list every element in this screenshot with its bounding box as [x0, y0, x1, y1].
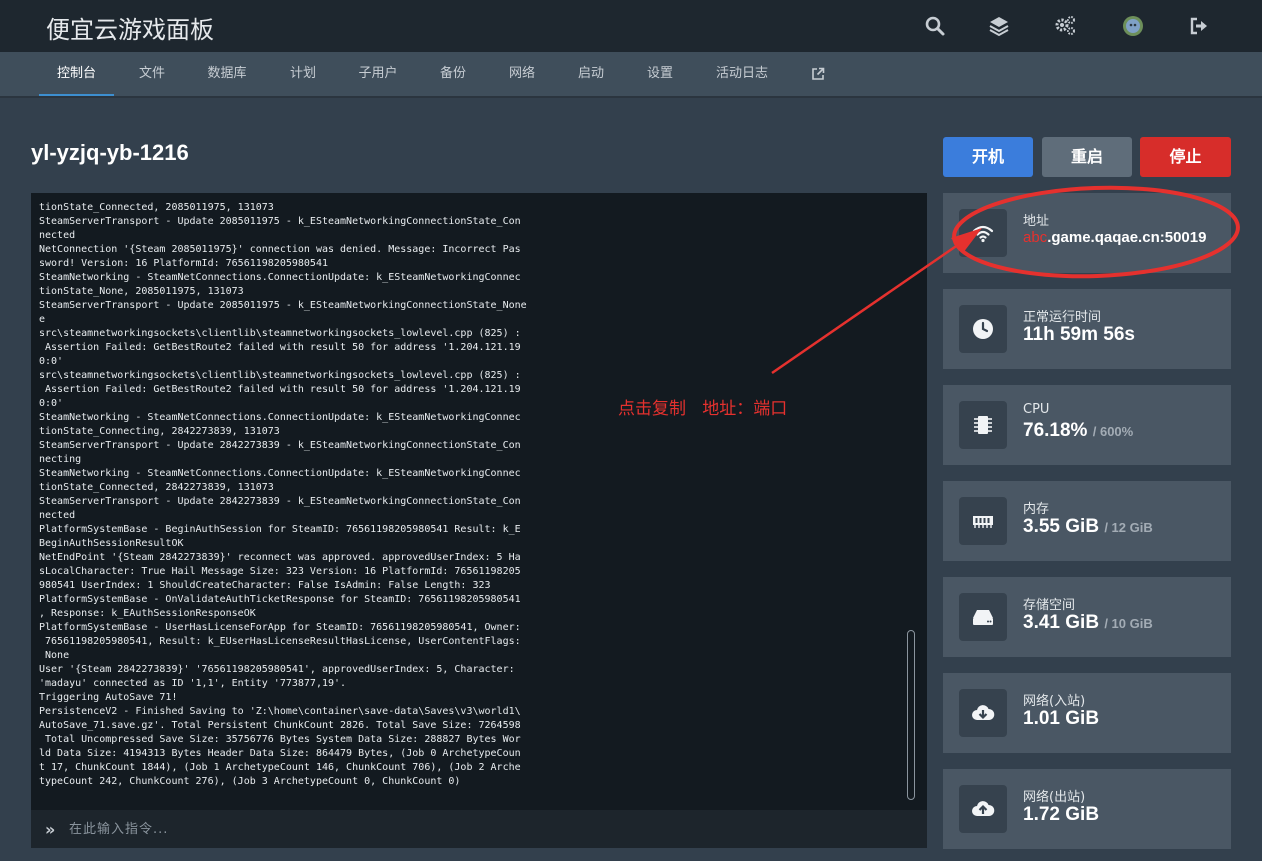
- tab-console[interactable]: 控制台: [39, 52, 114, 96]
- memory-limit: / 12 GiB: [1104, 520, 1153, 535]
- net-out-value: 1.72 GiB: [1023, 804, 1100, 825]
- restart-button[interactable]: 重启: [1042, 137, 1132, 177]
- cpu-value: 76.18% / 600%: [1023, 420, 1133, 442]
- console-scrollbar[interactable]: [907, 630, 915, 800]
- tab-network[interactable]: 网络: [499, 52, 545, 96]
- disk-value: 3.41 GiB / 10 GiB: [1023, 612, 1153, 634]
- server-name: yl-yzjq-yb-1216: [31, 140, 189, 165]
- server-address[interactable]: abc.game.qaqae.cn:50019: [1023, 229, 1206, 246]
- start-button[interactable]: 开机: [943, 137, 1033, 177]
- disk-limit: / 10 GiB: [1104, 616, 1153, 631]
- cpu-limit: / 600%: [1092, 424, 1134, 439]
- command-bar: »: [31, 810, 927, 848]
- address-prefix: abc: [1023, 229, 1048, 246]
- stat-card-address[interactable]: 地址 abc.game.qaqae.cn:50019: [943, 193, 1231, 273]
- stat-label: 内存: [1023, 502, 1050, 517]
- logout-icon[interactable]: [1187, 14, 1211, 38]
- avatar-icon[interactable]: [1121, 14, 1145, 38]
- layers-icon[interactable]: [987, 14, 1011, 38]
- hdd-icon: [959, 593, 1007, 641]
- address-host-port: .game.qaqae.cn:50019: [1047, 229, 1207, 246]
- net-in-value: 1.01 GiB: [1023, 708, 1100, 729]
- stat-label: 网络(出站): [1023, 790, 1086, 805]
- cpu-usage: 76.18%: [1023, 420, 1088, 441]
- tab-users[interactable]: 子用户: [346, 52, 410, 96]
- stat-label: 网络(入站): [1023, 694, 1086, 709]
- stat-card-net-in: 网络(入站) 1.01 GiB: [943, 673, 1231, 753]
- external-link-icon[interactable]: [805, 52, 831, 96]
- cloud-upload-icon: [959, 785, 1007, 833]
- stat-card-memory: 内存 3.55 GiB / 12 GiB: [943, 481, 1231, 561]
- disk-usage: 3.41 GiB: [1023, 612, 1100, 633]
- tab-schedules[interactable]: 计划: [280, 52, 326, 96]
- memory-usage: 3.55 GiB: [1023, 516, 1100, 537]
- clock-icon: [959, 305, 1007, 353]
- prompt-chevron-icon: »: [45, 820, 56, 839]
- memory-icon: [959, 497, 1007, 545]
- stat-card-net-out: 网络(出站) 1.72 GiB: [943, 769, 1231, 849]
- stat-label: 地址: [1023, 214, 1050, 229]
- tab-startup[interactable]: 启动: [568, 52, 614, 96]
- stat-label: 正常运行时间: [1023, 310, 1102, 325]
- stat-label: 存储空间: [1023, 598, 1076, 613]
- settings-icon[interactable]: [1053, 14, 1077, 38]
- search-icon[interactable]: [923, 14, 947, 38]
- stop-button[interactable]: 停止: [1140, 137, 1231, 177]
- console-log: tionState_Connected, 2085011975, 131073 …: [39, 202, 527, 787]
- uptime-value: 11h 59m 56s: [1023, 324, 1135, 345]
- cloud-download-icon: [959, 689, 1007, 737]
- annotation-text: 点击复制 地址：端口: [618, 399, 788, 419]
- wifi-icon: [959, 209, 1007, 257]
- stat-card-cpu: CPU 76.18% / 600%: [943, 385, 1231, 465]
- tab-backups[interactable]: 备份: [430, 52, 476, 96]
- tab-files[interactable]: 文件: [129, 52, 175, 96]
- command-input[interactable]: [69, 816, 909, 842]
- sub-navigation: 控制台 文件 数据库 计划 子用户 备份 网络 启动 设置 活动日志: [0, 52, 1262, 98]
- stat-label: CPU: [1023, 402, 1050, 417]
- stat-card-uptime: 正常运行时间 11h 59m 56s: [943, 289, 1231, 369]
- tab-databases[interactable]: 数据库: [194, 52, 260, 96]
- console-output[interactable]: tionState_Connected, 2085011975, 131073 …: [31, 193, 927, 810]
- tab-activity[interactable]: 活动日志: [708, 52, 776, 96]
- brand-title[interactable]: 便宜云游戏面板: [46, 10, 214, 45]
- chip-icon: [959, 401, 1007, 449]
- top-header: 便宜云游戏面板: [0, 0, 1262, 52]
- stat-card-disk: 存储空间 3.41 GiB / 10 GiB: [943, 577, 1231, 657]
- memory-value: 3.55 GiB / 12 GiB: [1023, 516, 1153, 538]
- tab-settings[interactable]: 设置: [637, 52, 683, 96]
